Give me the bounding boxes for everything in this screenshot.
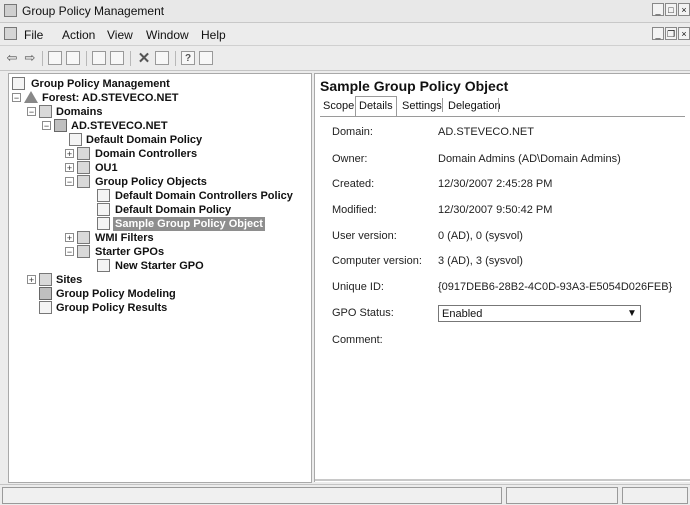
window-controls: _ □ × [651,3,690,16]
tab-details[interactable]: Details [355,96,397,116]
ou-folder-icon [77,147,90,160]
delete-icon[interactable]: ✕ [136,50,152,67]
menu-help[interactable]: Help [201,28,226,42]
toolbar-divider [86,51,87,66]
show-hide-tree-icon[interactable] [66,51,80,65]
comment-label: Comment: [332,334,383,346]
toolbar-divider [175,51,176,66]
minimize-icon[interactable]: _ [652,3,664,16]
owner-label: Owner: [332,153,368,165]
expand-icon[interactable]: + [65,163,74,173]
menu-file[interactable]: File [24,28,43,42]
gpo-status-select[interactable]: Enabled ▼ [438,305,641,322]
modified-value: 12/30/2007 9:50:42 PM [438,204,553,216]
status-panel [506,487,618,504]
refresh-icon[interactable] [155,51,169,65]
results-icon [39,301,52,314]
minimize-icon[interactable]: _ [652,27,664,40]
window-title: Group Policy Management [22,4,165,18]
created-label: Created: [332,178,375,190]
collapse-icon[interactable]: − [65,177,74,187]
status-bar [0,484,690,505]
menu-action[interactable]: Action [62,28,95,42]
help-icon[interactable]: ? [181,51,195,65]
collapse-icon[interactable]: − [27,107,36,117]
pane-bottom-edge [315,479,690,481]
created-value: 12/30/2007 2:45:28 PM [438,178,553,190]
expand-icon[interactable]: + [27,275,36,285]
forward-arrow-icon[interactable]: ⇨ [22,50,38,66]
toolbar-divider [130,51,131,66]
unique-id-value: {0917DEB6-28B2-4C0D-93A3-E5054D026FEB} [438,281,673,293]
tab-scope[interactable]: Scope [320,98,357,114]
starter-gpo-icon [97,259,110,272]
collapse-icon[interactable]: − [12,93,21,103]
title-bar: Group Policy Management _ □ × [0,0,690,23]
close-icon[interactable]: × [678,27,690,40]
close-icon[interactable]: × [678,3,690,16]
user-version-label: User version: [332,230,397,242]
maximize-icon[interactable]: □ [665,3,677,16]
computer-version-label: Computer version: [332,255,422,267]
status-panel-main [2,487,502,504]
menu-bar: File Action View Window Help _ ❐ × [0,23,690,46]
document-icon[interactable] [4,27,17,40]
gpo-link-icon [69,133,82,146]
computer-version-value: 3 (AD), 3 (sysvol) [438,255,523,267]
modeling-icon [39,287,52,300]
console-icon [12,77,25,90]
tab-underline [320,116,685,117]
gpo-icon [97,203,110,216]
domains-folder-icon [39,105,52,118]
restore-icon[interactable]: ❐ [665,27,677,40]
tab-divider [498,98,499,112]
app-icon [4,4,17,17]
domain-value: AD.STEVECO.NET [438,126,534,138]
toolbar-divider [42,51,43,66]
gpo-icon [97,189,110,202]
console-tree: Group Policy Management − Forest: AD.STE… [8,73,312,483]
forest-icon [24,91,38,103]
menu-view[interactable]: View [107,28,133,42]
document-window-controls: _ ❐ × [651,27,690,40]
wmi-folder-icon [77,231,90,244]
tab-delegation[interactable]: Delegation [445,98,504,114]
domain-label: Domain: [332,126,373,138]
domain-icon [54,119,67,132]
back-arrow-icon[interactable]: ⇦ [4,50,20,66]
expand-icon[interactable]: + [65,233,74,243]
starter-folder-icon [77,245,90,258]
modified-label: Modified: [332,204,377,216]
gpo-folder-icon [77,175,90,188]
up-folder-icon[interactable] [48,51,62,65]
toolbar: ⇦ ⇨ ✕ ? [0,46,690,71]
owner-value: Domain Admins (AD\Domain Admins) [438,153,621,165]
gpo-title: Sample Group Policy Object [320,78,509,94]
menu-window[interactable]: Window [146,28,189,42]
tab-divider [442,98,443,112]
details-pane: Sample Group Policy Object Scope Details… [314,73,690,482]
gpo-icon [97,217,110,230]
gpo-status-value: Enabled [442,308,483,320]
properties-icon[interactable] [199,51,213,65]
dropdown-arrow-icon[interactable]: ▼ [625,307,639,320]
expand-icon[interactable]: + [65,149,74,159]
collapse-icon[interactable]: − [65,247,74,257]
unique-id-label: Unique ID: [332,281,384,293]
tab-settings[interactable]: Settings [399,98,445,114]
copy-icon[interactable] [92,51,106,65]
paste-icon[interactable] [110,51,124,65]
ou-folder-icon [77,161,90,174]
status-panel [622,487,688,504]
gpo-status-label: GPO Status: [332,307,394,319]
collapse-icon[interactable]: − [42,121,51,131]
user-version-value: 0 (AD), 0 (sysvol) [438,230,523,242]
sites-icon [39,273,52,286]
